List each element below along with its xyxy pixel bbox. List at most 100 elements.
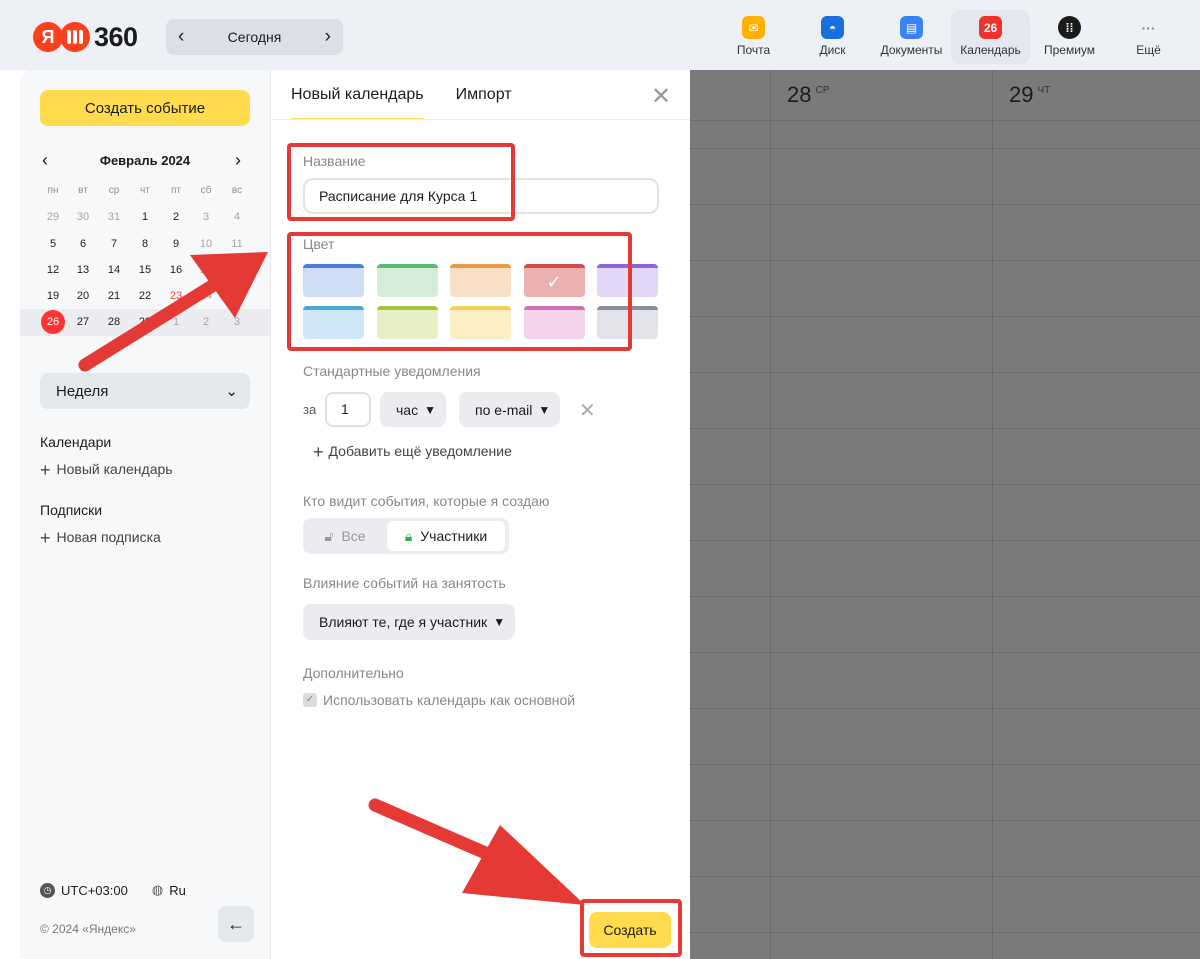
mini-calendar-day[interactable]: 30 xyxy=(68,204,98,230)
grid-row-line xyxy=(690,372,1200,373)
color-swatch[interactable] xyxy=(597,306,658,339)
create-event-button[interactable]: Создать событие xyxy=(40,90,250,126)
mini-calendar-day[interactable]: 12 xyxy=(38,257,68,283)
grid-row-line xyxy=(690,652,1200,653)
color-swatch[interactable] xyxy=(597,264,658,297)
mini-calendar-day[interactable]: 1 xyxy=(161,309,191,335)
visibility-all-label: Все xyxy=(341,528,366,544)
mini-calendar-day[interactable]: 19 xyxy=(38,283,68,309)
primary-calendar-checkbox[interactable]: ✓ Использовать календарь как основной xyxy=(303,692,575,708)
swatch-stripe xyxy=(450,306,511,310)
notification-amount-input[interactable]: 1 xyxy=(325,392,371,427)
tab-new-calendar[interactable]: Новый календарь xyxy=(291,86,424,120)
color-swatch[interactable] xyxy=(376,306,438,339)
app-more-label: Ещё xyxy=(1136,43,1161,57)
apps-menu: ✉ Почта ◓ Диск ▤ Документы 26 Календарь … xyxy=(714,10,1188,64)
mini-calendar-day[interactable]: 29 xyxy=(38,204,68,230)
mini-calendar-day[interactable]: 5 xyxy=(38,231,68,257)
mini-calendar-day[interactable]: 25 xyxy=(222,283,252,309)
mini-calendar-day[interactable]: 31 xyxy=(99,204,129,230)
yandex-360-logo[interactable]: Я 360 xyxy=(33,22,138,52)
remove-notification-icon[interactable]: ✕ xyxy=(579,398,596,423)
create-calendar-button[interactable]: Создать xyxy=(589,912,671,948)
view-select[interactable]: Неделя ⌄ xyxy=(40,373,250,409)
mini-calendar-day[interactable]: 4 xyxy=(222,204,252,230)
mini-calendar-day[interactable]: 14 xyxy=(99,257,129,283)
mini-calendar-day[interactable]: 20 xyxy=(68,283,98,309)
new-subscription-link[interactable]: + Новая подписка xyxy=(40,528,161,549)
color-swatch[interactable] xyxy=(523,306,585,339)
color-swatch[interactable] xyxy=(303,264,364,297)
notification-channel-value: по e-mail xyxy=(475,401,533,418)
visibility-option-all[interactable]: 🔓︎ Все xyxy=(307,522,383,550)
mini-calendar-day[interactable]: 6 xyxy=(68,231,98,257)
mini-calendar-day[interactable]: 13 xyxy=(68,257,98,283)
chevron-down-icon: ▼ xyxy=(424,402,436,417)
timezone-link[interactable]: UTC+03:00 xyxy=(61,883,128,898)
mini-calendar-day[interactable]: 10 xyxy=(191,231,221,257)
mini-calendar-day[interactable]: 21 xyxy=(99,283,129,309)
next-period-chevron-icon[interactable]: › xyxy=(325,26,331,48)
mini-calendar-day[interactable]: 24 xyxy=(191,283,221,309)
day-of-week: ЧТ xyxy=(1037,85,1051,96)
mini-calendar-day[interactable]: 2 xyxy=(191,309,221,335)
visibility-option-participants[interactable]: 🔒︎ Участники xyxy=(387,521,505,551)
mini-calendar-day[interactable]: 17 xyxy=(191,257,221,283)
busy-select[interactable]: Влияют те, где я участник ▼ xyxy=(303,604,516,640)
grid-row-line xyxy=(690,204,1200,205)
mini-calendar-day[interactable]: 26 xyxy=(38,309,68,335)
app-calendar[interactable]: 26 Календарь xyxy=(951,10,1030,64)
calendar-name-input[interactable] xyxy=(303,178,659,214)
add-notification-label: Добавить ещё уведомление xyxy=(328,443,512,459)
collapse-sidebar-button[interactable]: ← xyxy=(218,906,254,942)
app-documents[interactable]: ▤ Документы xyxy=(872,10,951,64)
mini-calendar-day[interactable]: 22 xyxy=(130,283,160,309)
prev-period-chevron-icon[interactable]: ‹ xyxy=(178,26,184,48)
notification-unit-select[interactable]: час ▼ xyxy=(380,392,446,427)
mini-calendar-day[interactable]: 3 xyxy=(222,309,252,335)
mini-calendar-day[interactable]: 15 xyxy=(130,257,160,283)
today-button[interactable]: Сегодня xyxy=(228,29,282,45)
mini-calendar-day[interactable]: 27 xyxy=(68,309,98,335)
sidebar-footer: ◷ UTC+03:00 ◍ Ru xyxy=(40,882,186,898)
app-disk[interactable]: ◓ Диск xyxy=(793,10,872,64)
calendars-title: Календари xyxy=(40,434,112,450)
checkmark-icon: ✓ xyxy=(546,272,562,292)
mini-calendar-day[interactable]: 18 xyxy=(222,257,252,283)
color-swatch[interactable] xyxy=(450,306,511,339)
language-link[interactable]: Ru xyxy=(169,883,186,898)
color-swatch[interactable] xyxy=(303,306,364,339)
mini-calendar-day[interactable]: 3 xyxy=(191,204,221,230)
tabs-divider xyxy=(271,119,691,120)
app-more[interactable]: ··· Ещё xyxy=(1109,10,1188,64)
app-mail-label: Почта xyxy=(736,43,771,57)
mini-calendar-day[interactable]: 28 xyxy=(99,309,129,335)
day-header-wed[interactable]: 28 СР xyxy=(787,82,829,108)
new-calendar-link[interactable]: + Новый календарь xyxy=(40,460,173,481)
color-swatch[interactable] xyxy=(450,264,511,297)
globe-icon: ◍ xyxy=(151,882,164,897)
notification-channel-select[interactable]: по e-mail ▼ xyxy=(459,392,561,427)
mini-calendar-day[interactable]: 9 xyxy=(161,231,191,257)
weekday-label: вт xyxy=(78,185,88,196)
mini-calendar-day[interactable]: 8 xyxy=(130,231,160,257)
mini-calendar-day[interactable]: 11 xyxy=(222,231,252,257)
mini-calendar-day[interactable]: 2 xyxy=(161,204,191,230)
premium-icon: ⁞⁞ xyxy=(1058,16,1081,39)
mini-calendar-day[interactable]: 16 xyxy=(161,257,191,283)
mini-calendar-day[interactable]: 29 xyxy=(130,309,160,335)
mini-calendar-day[interactable]: 1 xyxy=(130,204,160,230)
mini-calendar-day[interactable]: 23 xyxy=(161,283,191,309)
color-swatch[interactable] xyxy=(376,264,438,297)
tab-import[interactable]: Импорт xyxy=(456,86,512,120)
clock-icon: ◷ xyxy=(40,882,55,898)
day-header-thu[interactable]: 29 ЧТ xyxy=(1009,82,1050,108)
close-icon[interactable]: ✕ xyxy=(651,82,671,111)
color-swatch[interactable]: ✓ xyxy=(523,264,585,297)
app-premium[interactable]: ⁞⁞ Премиум xyxy=(1030,10,1109,64)
add-notification-link[interactable]: + Добавить ещё уведомление xyxy=(313,442,512,463)
mini-calendar-day[interactable]: 7 xyxy=(99,231,129,257)
next-month-chevron-icon[interactable]: › xyxy=(235,150,241,171)
weekday-label: чт xyxy=(140,185,150,196)
app-mail[interactable]: ✉ Почта xyxy=(714,10,793,64)
